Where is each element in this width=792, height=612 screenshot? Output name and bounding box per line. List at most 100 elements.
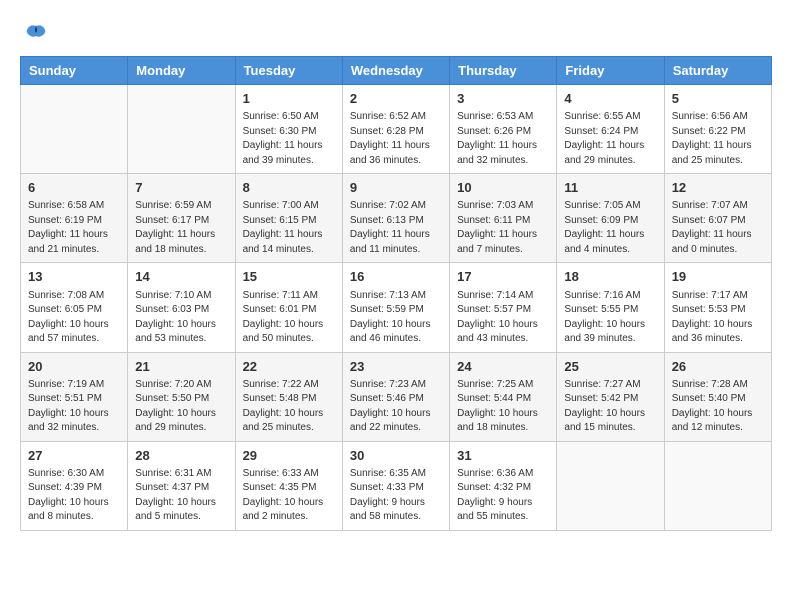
day-number: 1 bbox=[243, 90, 335, 108]
day-info: Sunrise: 7:23 AM Sunset: 5:46 PM Dayligh… bbox=[350, 378, 442, 436]
calendar-day-cell: 3 Sunrise: 6:53 AM Sunset: 6:26 PM Daylig… bbox=[450, 85, 557, 174]
day-number: 25 bbox=[564, 358, 656, 376]
calendar-day-cell: 20 Sunrise: 7:19 AM Sunset: 5:51 PM Dayli… bbox=[21, 352, 128, 441]
day-info: Sunrise: 7:19 AM Sunset: 5:51 PM Dayligh… bbox=[28, 378, 120, 436]
day-number: 19 bbox=[672, 268, 764, 286]
calendar-day-cell: 9 Sunrise: 7:02 AM Sunset: 6:13 PM Daylig… bbox=[342, 174, 449, 263]
calendar-day-cell: 21Sunrise: 7:20 AM Sunset: 5:50 PM Dayli… bbox=[128, 352, 235, 441]
calendar-day-cell: 28 Sunrise: 6:31 AM Sunset: 4:37 PM Dayli… bbox=[128, 441, 235, 530]
day-info: Sunrise: 7:16 AM Sunset: 5:55 PM Dayligh… bbox=[564, 289, 656, 347]
calendar-day-cell: 23Sunrise: 7:23 AM Sunset: 5:46 PM Dayli… bbox=[342, 352, 449, 441]
day-number: 28 bbox=[135, 447, 227, 465]
day-number: 16 bbox=[350, 268, 442, 286]
day-info: Sunrise: 7:11 AM Sunset: 6:01 PM Dayligh… bbox=[243, 289, 335, 347]
day-number: 24 bbox=[457, 358, 549, 376]
day-number: 3 bbox=[457, 90, 549, 108]
calendar-day-cell: 11 Sunrise: 7:05 AM Sunset: 6:09 PM Dayli… bbox=[557, 174, 664, 263]
calendar-week-row: 20 Sunrise: 7:19 AM Sunset: 5:51 PM Dayli… bbox=[21, 352, 772, 441]
day-number: 18 bbox=[564, 268, 656, 286]
day-number: 31 bbox=[457, 447, 549, 465]
day-info: Sunrise: 7:10 AM Sunset: 6:03 PM Dayligh… bbox=[135, 289, 227, 347]
calendar-day-cell: 6 Sunrise: 6:58 AM Sunset: 6:19 PM Daylig… bbox=[21, 174, 128, 263]
calendar-day-cell: 10 Sunrise: 7:03 AM Sunset: 6:11 PM Dayli… bbox=[450, 174, 557, 263]
calendar-day-cell: 27 Sunrise: 6:30 AM Sunset: 4:39 PM Dayli… bbox=[21, 441, 128, 530]
weekday-header: Friday bbox=[557, 57, 664, 85]
logo bbox=[20, 20, 47, 46]
calendar-day-cell: 26 Sunrise: 7:28 AM Sunset: 5:40 PM Dayli… bbox=[664, 352, 771, 441]
calendar-day-cell: 5Sunrise: 6:56 AM Sunset: 6:22 PM Daylig… bbox=[664, 85, 771, 174]
day-info: Sunrise: 6:33 AM Sunset: 4:35 PM Dayligh… bbox=[243, 467, 335, 525]
calendar-week-row: 27 Sunrise: 6:30 AM Sunset: 4:39 PM Dayli… bbox=[21, 441, 772, 530]
calendar-day-cell: 14Sunrise: 7:10 AM Sunset: 6:03 PM Dayli… bbox=[128, 263, 235, 352]
day-info: Sunrise: 7:13 AM Sunset: 5:59 PM Dayligh… bbox=[350, 289, 442, 347]
weekday-header: Monday bbox=[128, 57, 235, 85]
calendar-day-cell: 31Sunrise: 6:36 AM Sunset: 4:32 PM Dayli… bbox=[450, 441, 557, 530]
logo-bird-icon bbox=[25, 22, 47, 44]
day-info: Sunrise: 6:30 AM Sunset: 4:39 PM Dayligh… bbox=[28, 467, 120, 525]
day-number: 7 bbox=[135, 179, 227, 197]
calendar-day-cell: 29Sunrise: 6:33 AM Sunset: 4:35 PM Dayli… bbox=[235, 441, 342, 530]
day-number: 15 bbox=[243, 268, 335, 286]
day-info: Sunrise: 7:14 AM Sunset: 5:57 PM Dayligh… bbox=[457, 289, 549, 347]
day-number: 21 bbox=[135, 358, 227, 376]
day-number: 9 bbox=[350, 179, 442, 197]
calendar-week-row: 13 Sunrise: 7:08 AM Sunset: 6:05 PM Dayli… bbox=[21, 263, 772, 352]
day-number: 8 bbox=[243, 179, 335, 197]
calendar-week-row: 6 Sunrise: 6:58 AM Sunset: 6:19 PM Daylig… bbox=[21, 174, 772, 263]
day-info: Sunrise: 7:22 AM Sunset: 5:48 PM Dayligh… bbox=[243, 378, 335, 436]
day-info: Sunrise: 7:05 AM Sunset: 6:09 PM Dayligh… bbox=[564, 199, 656, 257]
day-info: Sunrise: 7:00 AM Sunset: 6:15 PM Dayligh… bbox=[243, 199, 335, 257]
calendar-day-cell: 13 Sunrise: 7:08 AM Sunset: 6:05 PM Dayli… bbox=[21, 263, 128, 352]
calendar-day-cell: 30 Sunrise: 6:35 AM Sunset: 4:33 PM Dayli… bbox=[342, 441, 449, 530]
day-number: 27 bbox=[28, 447, 120, 465]
day-info: Sunrise: 7:08 AM Sunset: 6:05 PM Dayligh… bbox=[28, 289, 120, 347]
calendar-day-cell: 12Sunrise: 7:07 AM Sunset: 6:07 PM Dayli… bbox=[664, 174, 771, 263]
day-info: Sunrise: 7:02 AM Sunset: 6:13 PM Dayligh… bbox=[350, 199, 442, 257]
weekday-header: Tuesday bbox=[235, 57, 342, 85]
day-number: 6 bbox=[28, 179, 120, 197]
weekday-header: Thursday bbox=[450, 57, 557, 85]
calendar-day-cell: 25 Sunrise: 7:27 AM Sunset: 5:42 PM Dayli… bbox=[557, 352, 664, 441]
day-number: 11 bbox=[564, 179, 656, 197]
day-info: Sunrise: 7:17 AM Sunset: 5:53 PM Dayligh… bbox=[672, 289, 764, 347]
day-number: 22 bbox=[243, 358, 335, 376]
day-number: 10 bbox=[457, 179, 549, 197]
day-info: Sunrise: 7:25 AM Sunset: 5:44 PM Dayligh… bbox=[457, 378, 549, 436]
weekday-header: Sunday bbox=[21, 57, 128, 85]
calendar-day-cell: 2 Sunrise: 6:52 AM Sunset: 6:28 PM Daylig… bbox=[342, 85, 449, 174]
day-number: 30 bbox=[350, 447, 442, 465]
day-number: 2 bbox=[350, 90, 442, 108]
day-info: Sunrise: 7:03 AM Sunset: 6:11 PM Dayligh… bbox=[457, 199, 549, 257]
calendar-header-row: SundayMondayTuesdayWednesdayThursdayFrid… bbox=[21, 57, 772, 85]
calendar-day-cell: 18 Sunrise: 7:16 AM Sunset: 5:55 PM Dayli… bbox=[557, 263, 664, 352]
calendar-day-cell: 19 Sunrise: 7:17 AM Sunset: 5:53 PM Dayli… bbox=[664, 263, 771, 352]
day-info: Sunrise: 6:58 AM Sunset: 6:19 PM Dayligh… bbox=[28, 199, 120, 257]
page-header bbox=[20, 20, 772, 46]
day-info: Sunrise: 6:35 AM Sunset: 4:33 PM Dayligh… bbox=[350, 467, 442, 525]
day-number: 4 bbox=[564, 90, 656, 108]
day-info: Sunrise: 6:52 AM Sunset: 6:28 PM Dayligh… bbox=[350, 110, 442, 168]
calendar-day-cell: 1 Sunrise: 6:50 AM Sunset: 6:30 PM Daylig… bbox=[235, 85, 342, 174]
day-number: 13 bbox=[28, 268, 120, 286]
calendar-day-cell bbox=[128, 85, 235, 174]
day-info: Sunrise: 6:31 AM Sunset: 4:37 PM Dayligh… bbox=[135, 467, 227, 525]
weekday-header: Wednesday bbox=[342, 57, 449, 85]
calendar-day-cell bbox=[557, 441, 664, 530]
day-info: Sunrise: 6:53 AM Sunset: 6:26 PM Dayligh… bbox=[457, 110, 549, 168]
day-info: Sunrise: 7:28 AM Sunset: 5:40 PM Dayligh… bbox=[672, 378, 764, 436]
day-number: 20 bbox=[28, 358, 120, 376]
calendar-day-cell bbox=[664, 441, 771, 530]
day-number: 12 bbox=[672, 179, 764, 197]
day-info: Sunrise: 6:59 AM Sunset: 6:17 PM Dayligh… bbox=[135, 199, 227, 257]
calendar-week-row: 1 Sunrise: 6:50 AM Sunset: 6:30 PM Daylig… bbox=[21, 85, 772, 174]
day-info: Sunrise: 6:56 AM Sunset: 6:22 PM Dayligh… bbox=[672, 110, 764, 168]
calendar-day-cell: 22 Sunrise: 7:22 AM Sunset: 5:48 PM Dayli… bbox=[235, 352, 342, 441]
calendar-day-cell bbox=[21, 85, 128, 174]
calendar-day-cell: 16 Sunrise: 7:13 AM Sunset: 5:59 PM Dayli… bbox=[342, 263, 449, 352]
day-info: Sunrise: 6:55 AM Sunset: 6:24 PM Dayligh… bbox=[564, 110, 656, 168]
day-number: 26 bbox=[672, 358, 764, 376]
day-info: Sunrise: 6:50 AM Sunset: 6:30 PM Dayligh… bbox=[243, 110, 335, 168]
calendar-day-cell: 4 Sunrise: 6:55 AM Sunset: 6:24 PM Daylig… bbox=[557, 85, 664, 174]
day-info: Sunrise: 7:27 AM Sunset: 5:42 PM Dayligh… bbox=[564, 378, 656, 436]
calendar-day-cell: 8 Sunrise: 7:00 AM Sunset: 6:15 PM Daylig… bbox=[235, 174, 342, 263]
